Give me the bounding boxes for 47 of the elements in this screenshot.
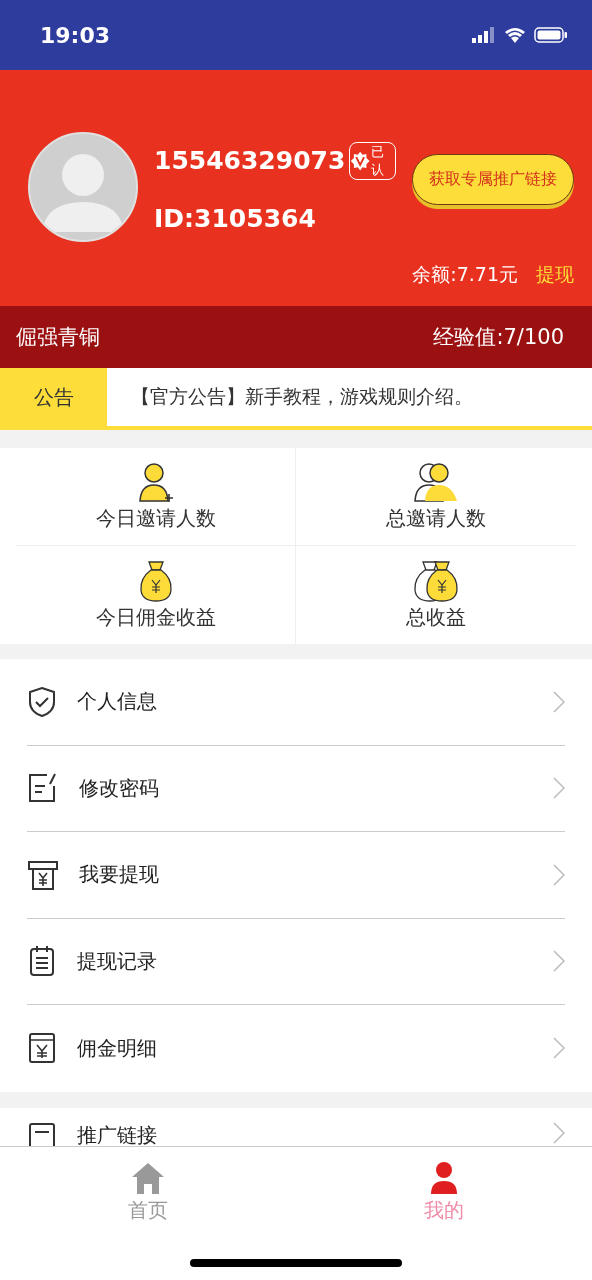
document-icon [27, 1121, 57, 1146]
balance: 余额:7.71元 [412, 262, 518, 287]
clipboard-icon [27, 945, 57, 978]
notice-label: 公告 [0, 368, 107, 426]
home-icon [131, 1160, 165, 1195]
chevron-right-icon [553, 690, 565, 713]
chevron-right-icon [553, 777, 565, 800]
battery-icon [534, 27, 568, 43]
cash-register-icon [27, 858, 59, 891]
stat-tile[interactable]: 总邀请人数 [296, 448, 576, 546]
rank-name: 倔强青铜 [16, 324, 100, 351]
menu-label: 个人信息 [77, 688, 158, 716]
status-time: 19:03 [40, 22, 111, 48]
user-icon [430, 1160, 458, 1195]
phone-number: 15546329073 [154, 146, 346, 175]
signal-icon [472, 27, 496, 43]
verified-badge: 已认 [349, 141, 396, 180]
user-id: ID:3105364 [154, 203, 317, 233]
chevron-right-icon [553, 950, 565, 973]
chevron-right-icon [553, 1121, 565, 1144]
menu-item[interactable]: 提现记录 [27, 918, 565, 1005]
shield-check-icon [27, 685, 57, 718]
chevron-right-icon [553, 863, 565, 886]
experience: 经验值:7/100 [433, 324, 564, 351]
menu-item[interactable]: 个人信息 [27, 659, 565, 746]
menu-item[interactable]: 修改密码 [27, 745, 565, 832]
menu-label: 我要提现 [79, 861, 160, 889]
menu-item[interactable]: 佣金明细 [27, 1005, 565, 1092]
stat-label: 总收益 [406, 603, 466, 631]
money-bag-icon [137, 559, 174, 602]
stat-tile[interactable]: 总收益 [296, 546, 576, 644]
menu-label: 修改密码 [79, 774, 160, 802]
menu-label: 提现记录 [77, 947, 158, 975]
yuan-card-icon [27, 1032, 57, 1065]
menu-item[interactable]: 我要提现 [27, 832, 565, 919]
wifi-icon [504, 27, 526, 43]
menu-label: 佣金明细 [77, 1034, 158, 1062]
money-bags-icon [412, 559, 460, 602]
notice-text[interactable]: 【官方公告】新手教程，游戏规则介绍。 [107, 368, 473, 426]
edit-icon [27, 772, 59, 805]
stat-tile[interactable]: 今日佣金收益 [16, 546, 296, 644]
stat-label: 今日佣金收益 [95, 603, 216, 631]
stat-label: 今日邀请人数 [95, 505, 216, 532]
chevron-right-icon [553, 1037, 565, 1060]
stat-label: 总邀请人数 [386, 505, 486, 532]
stat-tile[interactable]: 今日邀请人数 [16, 448, 296, 546]
menu-label: 推广链接 [77, 1121, 158, 1146]
